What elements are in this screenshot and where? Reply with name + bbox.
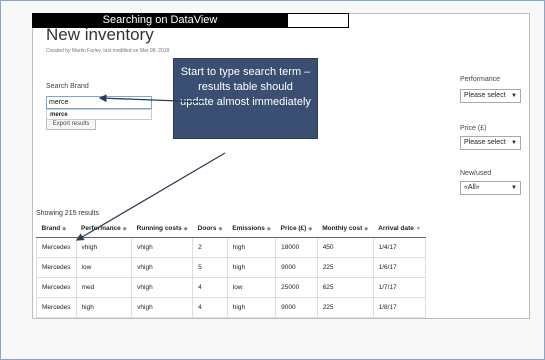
sort-arrows-icon: ◆ <box>266 226 271 232</box>
column-header-label: Monthly cost <box>322 225 363 232</box>
cell-performance: med <box>75 277 133 298</box>
filter-label-performance: Performance <box>460 76 501 83</box>
cell-performance: high <box>75 297 133 318</box>
cell-emissions: high <box>226 237 277 258</box>
cell-running-costs: vhigh <box>131 277 194 298</box>
cell-arrival-date: 1/4/17 <box>372 237 427 258</box>
cell-arrival-date: 1/7/17 <box>372 277 427 298</box>
cell-doors: 4 <box>192 297 228 318</box>
cell-performance: vhigh <box>75 237 133 258</box>
chevron-down-icon: ▼ <box>511 185 517 191</box>
cell-monthly-cost: 625 <box>316 277 374 298</box>
column-header-emissions[interactable]: Emissions ◆ <box>227 220 276 238</box>
cell-arrival-date: 1/6/17 <box>372 257 427 278</box>
price-select-value: Please select <box>464 139 506 146</box>
sort-arrows-icon: ◆ <box>183 226 188 232</box>
cell-monthly-cost: 225 <box>316 297 374 318</box>
table-row[interactable]: Mercedes vhigh vhigh 2 high 18000 450 1/… <box>36 237 427 258</box>
cell-price: 25000 <box>275 277 318 298</box>
cell-price: 9000 <box>275 297 318 318</box>
column-header-label: Emissions <box>232 225 265 232</box>
cell-doors: 2 <box>192 237 228 258</box>
cell-emissions: high <box>226 257 277 278</box>
cell-emissions: low <box>226 277 277 298</box>
column-header-label: Arrival date <box>378 225 414 232</box>
table-row[interactable]: Mercedes med vhigh 4 low 25000 625 1/7/1… <box>36 277 427 298</box>
cell-running-costs: vhigh <box>131 237 194 258</box>
page-meta: Created by Martin Farley, last modified … <box>46 48 170 54</box>
callout-tooltip: Start to type search term – results tabl… <box>173 58 318 139</box>
cell-brand: Mercedes <box>36 277 77 298</box>
cell-price: 9000 <box>275 257 318 278</box>
table-header-row: Brand ◆ Performance ◆ Running costs ◆ Doors… <box>36 220 426 238</box>
cell-emissions: high <box>226 297 277 318</box>
autocomplete-suggestion[interactable]: merce <box>46 109 152 120</box>
sort-arrows-icon: ◆ <box>62 226 67 232</box>
column-header-running-costs[interactable]: Running costs ◆ <box>131 220 193 238</box>
cell-price: 18000 <box>275 237 318 258</box>
cell-arrival-date: 1/8/17 <box>372 297 427 318</box>
performance-select[interactable]: Please select ▼ <box>460 89 521 103</box>
column-header-doors[interactable]: Doors ◆ <box>192 220 228 238</box>
results-table-body: Mercedes vhigh vhigh 2 high 18000 450 1/… <box>36 237 427 318</box>
chevron-down-icon: ▼ <box>511 140 517 146</box>
performance-select-value: Please select <box>464 92 506 99</box>
column-header-label: Performance <box>81 225 121 232</box>
sort-arrows-icon: ◆ <box>218 226 223 232</box>
slide-banner-title: Searching on DataView <box>32 13 288 28</box>
cell-doors: 5 <box>192 257 228 278</box>
column-header-price[interactable]: Price (£) ◆ <box>275 220 318 238</box>
cell-monthly-cost: 450 <box>316 237 374 258</box>
table-row[interactable]: Mercedes high vhigh 4 high 9000 225 1/8/… <box>36 297 427 318</box>
cell-brand: Mercedes <box>36 257 77 278</box>
search-brand-input[interactable]: merce <box>46 96 152 109</box>
column-header-label: Brand <box>41 225 61 232</box>
sort-arrows-icon: ◆ <box>122 226 127 232</box>
column-header-label: Price (£) <box>280 225 307 232</box>
cell-performance: low <box>75 257 133 278</box>
cell-monthly-cost: 225 <box>316 257 374 278</box>
column-header-label: Doors <box>197 225 217 232</box>
export-results-button[interactable]: Export results <box>46 120 96 130</box>
new-used-select[interactable]: «All» ▼ <box>460 181 521 195</box>
cell-brand: Mercedes <box>36 297 77 318</box>
results-table: Brand ◆ Performance ◆ Running costs ◆ Doors… <box>36 220 427 318</box>
sort-arrows-icon: ◆ <box>308 226 313 232</box>
slide-banner-tail <box>288 13 349 28</box>
sort-arrows-icon: ◆ <box>364 226 369 232</box>
column-header-arrival-date[interactable]: Arrival date ▼ <box>373 220 426 238</box>
cell-running-costs: vhigh <box>131 297 194 318</box>
filter-label-new-used: New/used <box>460 170 492 177</box>
cell-brand: Mercedes <box>36 237 77 258</box>
filter-label-price: Price (£) <box>460 125 487 132</box>
new-used-select-value: «All» <box>464 184 480 191</box>
cell-running-costs: vhigh <box>131 257 194 278</box>
page-title: New inventory <box>46 25 154 44</box>
results-summary: Showing 215 results <box>36 210 100 217</box>
cell-doors: 4 <box>192 277 228 298</box>
table-row[interactable]: Mercedes low vhigh 5 high 9000 225 1/6/1… <box>36 257 427 278</box>
price-select[interactable]: Please select ▼ <box>460 136 521 150</box>
search-brand-label: Search Brand <box>46 83 89 90</box>
sort-desc-icon: ▼ <box>415 226 421 232</box>
column-header-brand[interactable]: Brand ◆ <box>36 220 77 238</box>
chevron-down-icon: ▼ <box>511 93 517 99</box>
column-header-label: Running costs <box>136 225 182 232</box>
column-header-monthly-cost[interactable]: Monthly cost ◆ <box>317 220 374 238</box>
column-header-performance[interactable]: Performance ◆ <box>76 220 132 238</box>
